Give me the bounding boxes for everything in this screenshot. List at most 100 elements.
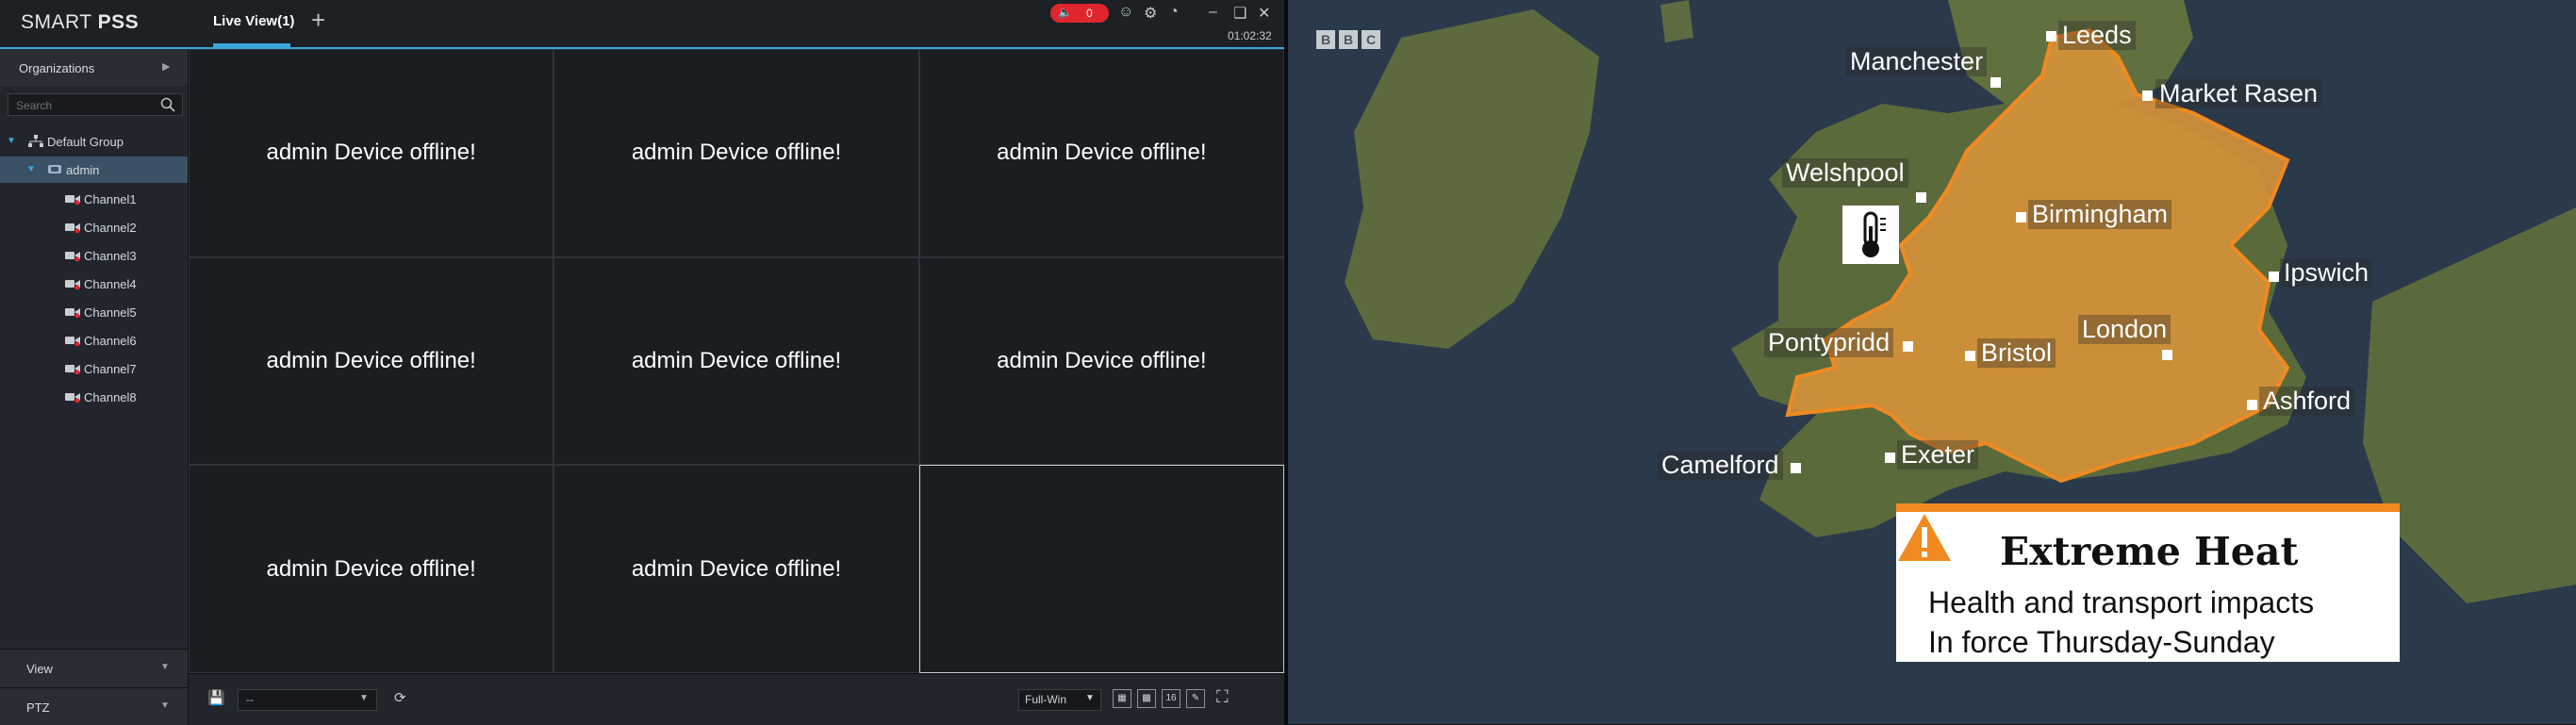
org-tree-icon <box>28 135 43 147</box>
place-marker <box>2247 400 2257 410</box>
view-select-value: -- <box>246 693 254 706</box>
gear-icon[interactable]: ⚙ <box>1144 4 1157 23</box>
camera-icon <box>65 252 80 261</box>
thermometer-glyph <box>1862 211 1886 257</box>
clock: 01:02:32 <box>1228 29 1272 42</box>
channel-label: Channel3 <box>84 249 137 263</box>
place-marker <box>2269 272 2279 282</box>
channel-item[interactable]: Channel8 <box>0 383 188 411</box>
view-select-dropdown[interactable]: -- ▼ <box>238 689 377 711</box>
channel-item[interactable]: Channel1 <box>0 185 188 213</box>
camera-icon <box>65 308 80 318</box>
thermometer-icon <box>1842 206 1899 264</box>
active-tab-indicator <box>213 43 290 47</box>
place-market-rasen: Market Rasen <box>2155 79 2322 108</box>
tree-device-admin[interactable]: ▼ admin <box>0 157 188 183</box>
channel-label: Channel2 <box>84 221 137 235</box>
video-window[interactable]: admin Device offline! <box>189 465 554 673</box>
performance-icon[interactable]: ◔ <box>1169 4 1179 21</box>
channel-item[interactable]: Channel4 <box>0 270 188 298</box>
channel-item[interactable]: Channel3 <box>0 241 188 270</box>
camera-icon <box>65 393 80 403</box>
layout-16-button[interactable]: 16 <box>1162 689 1181 708</box>
layout-4-button[interactable]: ▦ <box>1113 689 1131 708</box>
warning-validity: In force Thursday-Sunday <box>1928 625 2275 659</box>
bbc-logo: BBC <box>1316 30 1384 49</box>
video-window[interactable]: admin Device offline! <box>918 49 1284 257</box>
save-view-icon[interactable]: 💾 <box>207 689 225 706</box>
place-marker <box>1791 463 1801 473</box>
chevron-down-icon: ▼ <box>359 693 369 703</box>
tab-live-view[interactable]: Live View(1) <box>213 13 294 29</box>
video-window[interactable]: admin Device offline! <box>189 49 554 257</box>
place-marker <box>2162 350 2172 360</box>
channel-item[interactable]: Channel6 <box>0 326 188 354</box>
camera-icon <box>65 337 80 346</box>
place-bristol: Bristol <box>1977 338 2056 368</box>
video-window[interactable]: admin Device offline! <box>553 256 919 466</box>
minimize-button[interactable]: – <box>1209 4 1217 21</box>
search-input[interactable] <box>14 96 159 115</box>
ptz-label: PTZ <box>26 700 50 715</box>
place-marker <box>1965 351 1975 361</box>
close-button[interactable]: ✕ <box>1258 4 1270 23</box>
video-status-text: admin Device offline! <box>631 140 842 166</box>
view-panel-toggle[interactable]: View ▼ <box>0 649 188 687</box>
place-marker <box>2142 91 2153 101</box>
place-ashford: Ashford <box>2259 387 2355 416</box>
device-label: admin <box>66 163 100 177</box>
place-marker <box>1990 77 2001 88</box>
video-window[interactable]: admin Device offline! <box>189 256 554 466</box>
video-status-text: admin Device offline! <box>997 140 1207 166</box>
tree-default-group[interactable]: ▼ Default Group <box>0 128 188 155</box>
video-status-text: admin Device offline! <box>631 555 842 582</box>
search-icon[interactable] <box>159 96 176 113</box>
video-window[interactable]: admin Device offline! <box>553 49 919 257</box>
video-window[interactable]: admin Device offline! <box>553 465 919 673</box>
place-marker <box>2016 212 2026 222</box>
place-marker <box>1916 192 1926 203</box>
video-window[interactable] <box>918 465 1284 673</box>
smart-pss-window: SMART PSS Live View(1) + 🔈 0 ☺ ⚙ ◔ – ❏ ✕… <box>0 0 1284 725</box>
layout-9-button[interactable]: ▩ <box>1137 689 1156 708</box>
alarm-count: 0 <box>1086 7 1093 20</box>
window-mode-value: Full-Win <box>1025 693 1066 706</box>
add-tab-button[interactable]: + <box>311 8 325 32</box>
video-status-text: admin Device offline! <box>266 347 476 373</box>
place-welshpool: Welshpool <box>1782 158 1908 188</box>
app-logo: SMART PSS <box>21 11 140 33</box>
expand-arrow-icon[interactable]: ▼ <box>26 164 36 174</box>
warning-title: Extreme Heat <box>2000 529 2299 574</box>
channel-item[interactable]: Channel5 <box>0 298 188 326</box>
place-ipswich: Ipswich <box>2280 258 2373 288</box>
place-marker <box>1903 341 1913 352</box>
place-manchester: Manchester <box>1846 47 1988 76</box>
channel-item[interactable]: Channel7 <box>0 354 188 383</box>
window-mode-dropdown[interactable]: Full-Win ▼ <box>1018 689 1101 711</box>
restore-button[interactable]: ❏ <box>1233 4 1247 23</box>
weather-map: BBC Leeds Manchester Market Rasen Welshp… <box>1288 0 2576 724</box>
channel-item[interactable]: Channel2 <box>0 213 188 241</box>
refresh-icon[interactable]: ⟳ <box>394 689 406 706</box>
alarm-button[interactable]: 🔈 0 <box>1050 4 1109 23</box>
expand-arrow-icon[interactable]: ▼ <box>7 136 16 146</box>
search-field[interactable] <box>8 93 183 116</box>
video-window[interactable]: admin Device offline! <box>918 256 1284 466</box>
custom-layout-icon[interactable]: ✎ <box>1186 689 1205 708</box>
weather-warning-banner: Extreme Heat Health and transport impact… <box>1896 503 2400 662</box>
camera-icon <box>65 195 80 205</box>
ptz-panel-toggle[interactable]: PTZ ▼ <box>0 687 188 725</box>
user-icon[interactable]: ☺ <box>1118 4 1133 21</box>
live-view-grid: admin Device offline! admin Device offlin… <box>189 49 1284 673</box>
video-status-text: admin Device offline! <box>631 347 842 373</box>
speaker-icon: 🔈 <box>1058 6 1072 19</box>
video-status-text: admin Device offline! <box>266 140 476 166</box>
fullscreen-icon[interactable]: ⛶ <box>1216 687 1229 707</box>
organizations-header[interactable]: Organizations ▶ <box>0 49 188 87</box>
channel-label: Channel8 <box>84 390 137 404</box>
camera-icon <box>65 223 80 233</box>
chevron-right-icon: ▶ <box>162 61 171 73</box>
video-status-text: admin Device offline! <box>997 347 1207 373</box>
live-view-toolbar: 💾 -- ▼ ⟳ Full-Win ▼ ▦ ▩ 16 ✎ ⛶ <box>189 673 1284 725</box>
channel-label: Channel5 <box>84 305 137 320</box>
